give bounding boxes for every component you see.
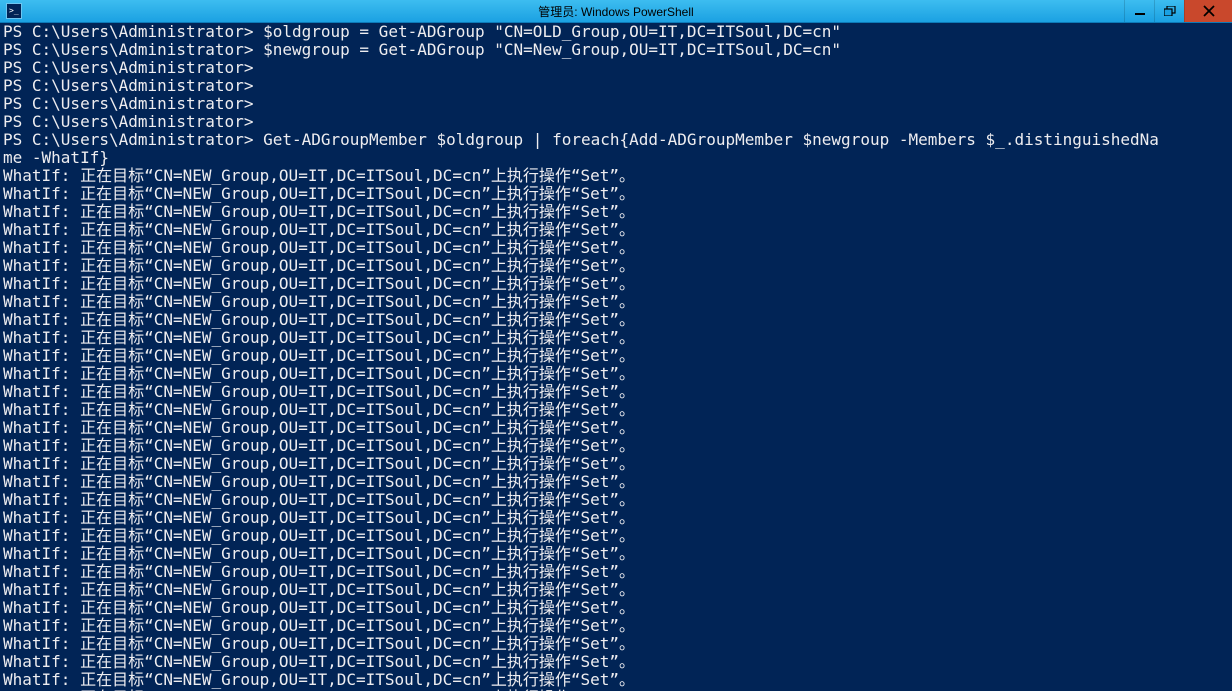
console-line: WhatIf: 正在目标“CN=NEW_Group,OU=IT,DC=ITSou… — [3, 311, 1229, 329]
console-line: WhatIf: 正在目标“CN=NEW_Group,OU=IT,DC=ITSou… — [3, 365, 1229, 383]
console-line: WhatIf: 正在目标“CN=NEW_Group,OU=IT,DC=ITSou… — [3, 329, 1229, 347]
console-line: WhatIf: 正在目标“CN=NEW_Group,OU=IT,DC=ITSou… — [3, 239, 1229, 257]
powershell-icon — [6, 3, 22, 19]
console-line: WhatIf: 正在目标“CN=NEW_Group,OU=IT,DC=ITSou… — [3, 221, 1229, 239]
window-controls — [1124, 0, 1232, 22]
console-line: WhatIf: 正在目标“CN=NEW_Group,OU=IT,DC=ITSou… — [3, 545, 1229, 563]
close-button[interactable] — [1184, 0, 1232, 22]
console-output[interactable]: PS C:\Users\Administrator> $oldgroup = G… — [0, 23, 1232, 691]
console-line: WhatIf: 正在目标“CN=NEW_Group,OU=IT,DC=ITSou… — [3, 203, 1229, 221]
console-line: WhatIf: 正在目标“CN=NEW_Group,OU=IT,DC=ITSou… — [3, 671, 1229, 689]
minimize-icon — [1135, 6, 1145, 16]
console-line: WhatIf: 正在目标“CN=NEW_Group,OU=IT,DC=ITSou… — [3, 653, 1229, 671]
restore-button[interactable] — [1154, 0, 1184, 22]
console-line: WhatIf: 正在目标“CN=NEW_Group,OU=IT,DC=ITSou… — [3, 383, 1229, 401]
console-line: WhatIf: 正在目标“CN=NEW_Group,OU=IT,DC=ITSou… — [3, 185, 1229, 203]
console-line: PS C:\Users\Administrator> $newgroup = G… — [3, 41, 1229, 59]
titlebar[interactable]: 管理员: Windows PowerShell — [0, 0, 1232, 23]
console-line: me -WhatIf} — [3, 149, 1229, 167]
console-line: WhatIf: 正在目标“CN=NEW_Group,OU=IT,DC=ITSou… — [3, 509, 1229, 527]
console-line: WhatIf: 正在目标“CN=NEW_Group,OU=IT,DC=ITSou… — [3, 527, 1229, 545]
console-line: WhatIf: 正在目标“CN=NEW_Group,OU=IT,DC=ITSou… — [3, 437, 1229, 455]
minimize-button[interactable] — [1124, 0, 1154, 22]
console-line: WhatIf: 正在目标“CN=NEW_Group,OU=IT,DC=ITSou… — [3, 275, 1229, 293]
console-line: WhatIf: 正在目标“CN=NEW_Group,OU=IT,DC=ITSou… — [3, 293, 1229, 311]
console-line: PS C:\Users\Administrator> — [3, 95, 1229, 113]
console-line: WhatIf: 正在目标“CN=NEW_Group,OU=IT,DC=ITSou… — [3, 581, 1229, 599]
restore-icon — [1164, 6, 1176, 16]
console-line: PS C:\Users\Administrator> — [3, 77, 1229, 95]
console-line: WhatIf: 正在目标“CN=NEW_Group,OU=IT,DC=ITSou… — [3, 401, 1229, 419]
console-line: WhatIf: 正在目标“CN=NEW_Group,OU=IT,DC=ITSou… — [3, 455, 1229, 473]
console-line: WhatIf: 正在目标“CN=NEW_Group,OU=IT,DC=ITSou… — [3, 491, 1229, 509]
console-line: WhatIf: 正在目标“CN=NEW_Group,OU=IT,DC=ITSou… — [3, 473, 1229, 491]
console-line: WhatIf: 正在目标“CN=NEW_Group,OU=IT,DC=ITSou… — [3, 167, 1229, 185]
console-line: PS C:\Users\Administrator> — [3, 113, 1229, 131]
powershell-window: 管理员: Windows PowerShell PS C:\Use — [0, 0, 1232, 691]
console-line: WhatIf: 正在目标“CN=NEW_Group,OU=IT,DC=ITSou… — [3, 617, 1229, 635]
console-line: PS C:\Users\Administrator> Get-ADGroupMe… — [3, 131, 1229, 149]
console-line: WhatIf: 正在目标“CN=NEW_Group,OU=IT,DC=ITSou… — [3, 347, 1229, 365]
console-line: WhatIf: 正在目标“CN=NEW_Group,OU=IT,DC=ITSou… — [3, 419, 1229, 437]
console-line: WhatIf: 正在目标“CN=NEW_Group,OU=IT,DC=ITSou… — [3, 635, 1229, 653]
console-line: WhatIf: 正在目标“CN=NEW_Group,OU=IT,DC=ITSou… — [3, 257, 1229, 275]
window-title: 管理员: Windows PowerShell — [538, 3, 693, 20]
console-line: WhatIf: 正在目标“CN=NEW_Group,OU=IT,DC=ITSou… — [3, 599, 1229, 617]
console-line: PS C:\Users\Administrator> $oldgroup = G… — [3, 23, 1229, 41]
close-icon — [1203, 5, 1215, 17]
console-line: PS C:\Users\Administrator> — [3, 59, 1229, 77]
console-line: WhatIf: 正在目标“CN=NEW_Group,OU=IT,DC=ITSou… — [3, 563, 1229, 581]
